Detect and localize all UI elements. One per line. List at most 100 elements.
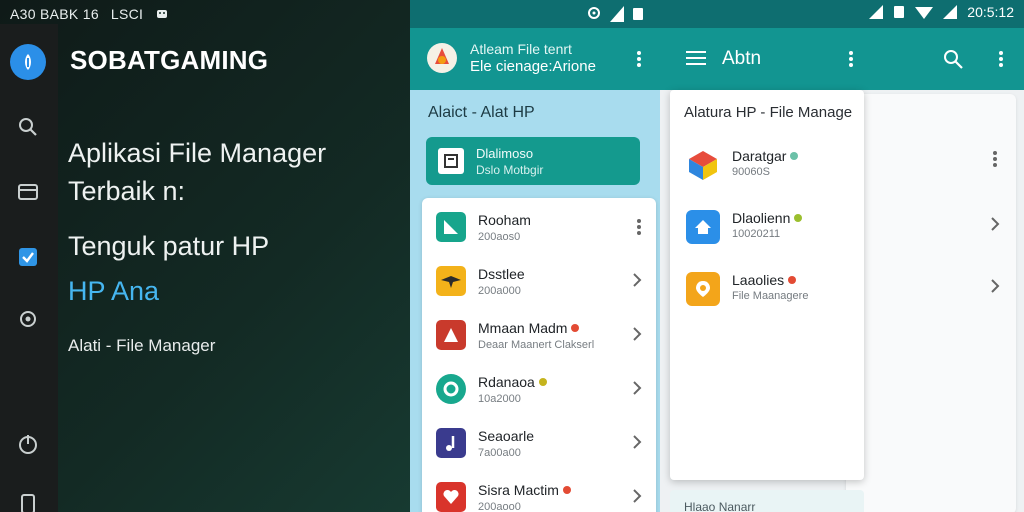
chevron-right-icon[interactable] xyxy=(632,488,642,509)
status-time: 20:5:12 xyxy=(967,4,1014,20)
section-title: Alaict - Alat HP xyxy=(428,104,535,121)
location-icon xyxy=(686,272,720,306)
bottom-card[interactable]: Hlaao Nanarr xyxy=(670,490,864,512)
list-item[interactable]: Dlaolienn 10020211 xyxy=(670,202,864,258)
list-item-name: Daratgar xyxy=(732,148,799,164)
list-item-name: Mmaan Madm xyxy=(478,320,580,336)
list-item-name: Rdanaoa xyxy=(478,374,547,390)
cube-icon xyxy=(686,148,720,182)
file-manager-list-screen: Atleam File tenrt Ele cienage:Arione Ala… xyxy=(410,0,660,512)
more-vert-icon[interactable] xyxy=(992,150,998,173)
list-item[interactable]: Dsstlee 200a000 xyxy=(422,254,656,308)
status-dot xyxy=(562,486,571,494)
status-bar-left: A30 BABK 16 LSCI xyxy=(10,4,169,24)
list-item-sub: 200aoo0 xyxy=(478,501,521,512)
checkbox-icon[interactable] xyxy=(13,242,43,272)
featured-item[interactable]: Dlalimoso Dslo Motbgir xyxy=(426,137,640,185)
app-logo-icon[interactable] xyxy=(426,42,458,74)
chevron-right-icon[interactable] xyxy=(990,216,1000,237)
list-item-sub: 200a000 xyxy=(478,285,521,297)
status-dot xyxy=(571,324,580,332)
card-header: Alatura HP - File Manage xyxy=(684,104,853,121)
headline-line-3: Tenguk patur HP xyxy=(68,231,270,261)
red-app-icon xyxy=(436,320,466,350)
android-icon xyxy=(155,6,169,23)
search-icon[interactable] xyxy=(942,48,964,75)
app-title-line-1: Atleam File tenrt xyxy=(470,41,572,57)
list-item[interactable]: Rdanaoa 10a2000 xyxy=(422,362,656,416)
app-title-line-2: Ele cienage:Arione xyxy=(470,58,596,75)
card-icon[interactable] xyxy=(13,177,43,207)
power-icon[interactable] xyxy=(13,429,43,459)
drive-icon xyxy=(436,212,466,242)
status-bar-right: 20:5:12 xyxy=(660,0,1024,28)
app-list-card: Rooham 200aos0 Dsstlee 200a000 Mmaan Mad… xyxy=(422,198,656,512)
file-manager-card: Alatura HP - File Manage Daratgar 90060S… xyxy=(670,90,864,480)
list-item-sub: File Maanagere xyxy=(732,290,809,302)
status-dot xyxy=(538,378,547,386)
list-item-name: Seaoarle xyxy=(478,428,535,444)
search-icon[interactable] xyxy=(13,112,43,142)
list-item-name: Laaolies xyxy=(732,272,797,288)
document-icon xyxy=(438,148,464,174)
heart-icon xyxy=(436,482,466,512)
settings-icon[interactable] xyxy=(13,304,43,334)
list-item-sub: 10020211 xyxy=(732,228,781,240)
menu-icon[interactable] xyxy=(686,50,706,71)
more-vert-icon[interactable] xyxy=(848,50,854,73)
list-item-sub: 10a2000 xyxy=(478,393,521,405)
list-item-sub: Deaar Maanert Clakserl xyxy=(478,339,595,351)
chevron-right-icon[interactable] xyxy=(632,272,642,293)
chevron-right-icon[interactable] xyxy=(632,380,642,401)
list-item[interactable]: Mmaan Madm Deaar Maanert Clakserl xyxy=(422,308,656,362)
ring-icon xyxy=(436,374,466,404)
list-item-name: Rooham xyxy=(478,212,531,228)
list-item-sub: 200aos0 xyxy=(478,231,521,243)
bottom-card-label: Hlaao Nanarr xyxy=(684,500,756,512)
wifi-icon xyxy=(915,7,934,19)
more-vert-icon[interactable] xyxy=(636,218,642,241)
home-icon xyxy=(686,210,720,244)
status-dot xyxy=(794,214,803,222)
brand-logo-icon xyxy=(10,44,46,80)
nav-rail xyxy=(0,24,58,512)
featured-item-sub: Dslo Motbgir xyxy=(476,163,544,177)
status-dot xyxy=(788,276,797,284)
list-item-name: Dlaolienn xyxy=(732,210,803,226)
chevron-right-icon[interactable] xyxy=(990,278,1000,299)
file-manager-detail-screen: 20:5:12 Abtn Alatura HP - File Manage Da… xyxy=(660,0,1024,512)
status-text: A30 BABK 16 xyxy=(10,6,99,22)
headline-line-4: HP Ana xyxy=(68,276,160,306)
list-item[interactable]: Sisra Mactim 200aoo0 xyxy=(422,470,656,512)
more-vert-icon[interactable] xyxy=(636,50,642,73)
signal-icon xyxy=(869,5,884,19)
list-item-name: Sisra Mactim xyxy=(478,482,571,498)
tagline: Alati - File Manager xyxy=(68,336,216,355)
background-card xyxy=(846,94,1016,512)
location-pin-icon xyxy=(588,7,600,19)
featured-item-name: Dlalimoso xyxy=(476,146,534,161)
chevron-right-icon[interactable] xyxy=(632,434,642,455)
battery-icon xyxy=(894,6,905,18)
battery-icon xyxy=(633,8,643,20)
chevron-right-icon[interactable] xyxy=(632,326,642,347)
status-bar-middle xyxy=(410,0,660,28)
headline-line-1: Aplikasi File Manager xyxy=(68,138,327,168)
app-bar-title: Abtn xyxy=(722,48,762,69)
list-item[interactable]: Laaolies File Maanagere xyxy=(670,264,864,320)
bird-icon xyxy=(436,266,466,296)
list-item-sub: 90060S xyxy=(732,166,770,178)
signal-icon xyxy=(610,6,624,22)
list-item[interactable]: Rooham 200aos0 xyxy=(422,200,656,254)
promo-banner: A30 BABK 16 LSCI SOBATGAMING Aplikasi Fi… xyxy=(0,0,410,512)
list-item[interactable]: Daratgar 90060S xyxy=(670,140,864,196)
list-item-sub: 7a00a00 xyxy=(478,447,521,459)
music-icon xyxy=(436,428,466,458)
phone-icon[interactable] xyxy=(13,489,43,512)
status-dot xyxy=(790,152,799,160)
app-bar-right: Abtn xyxy=(660,28,1024,90)
signal-icon-2 xyxy=(943,5,958,19)
list-item[interactable]: Seaoarle 7a00a00 xyxy=(422,416,656,470)
more-vert-icon[interactable] xyxy=(998,50,1004,73)
status-text-2: LSCI xyxy=(110,6,144,22)
